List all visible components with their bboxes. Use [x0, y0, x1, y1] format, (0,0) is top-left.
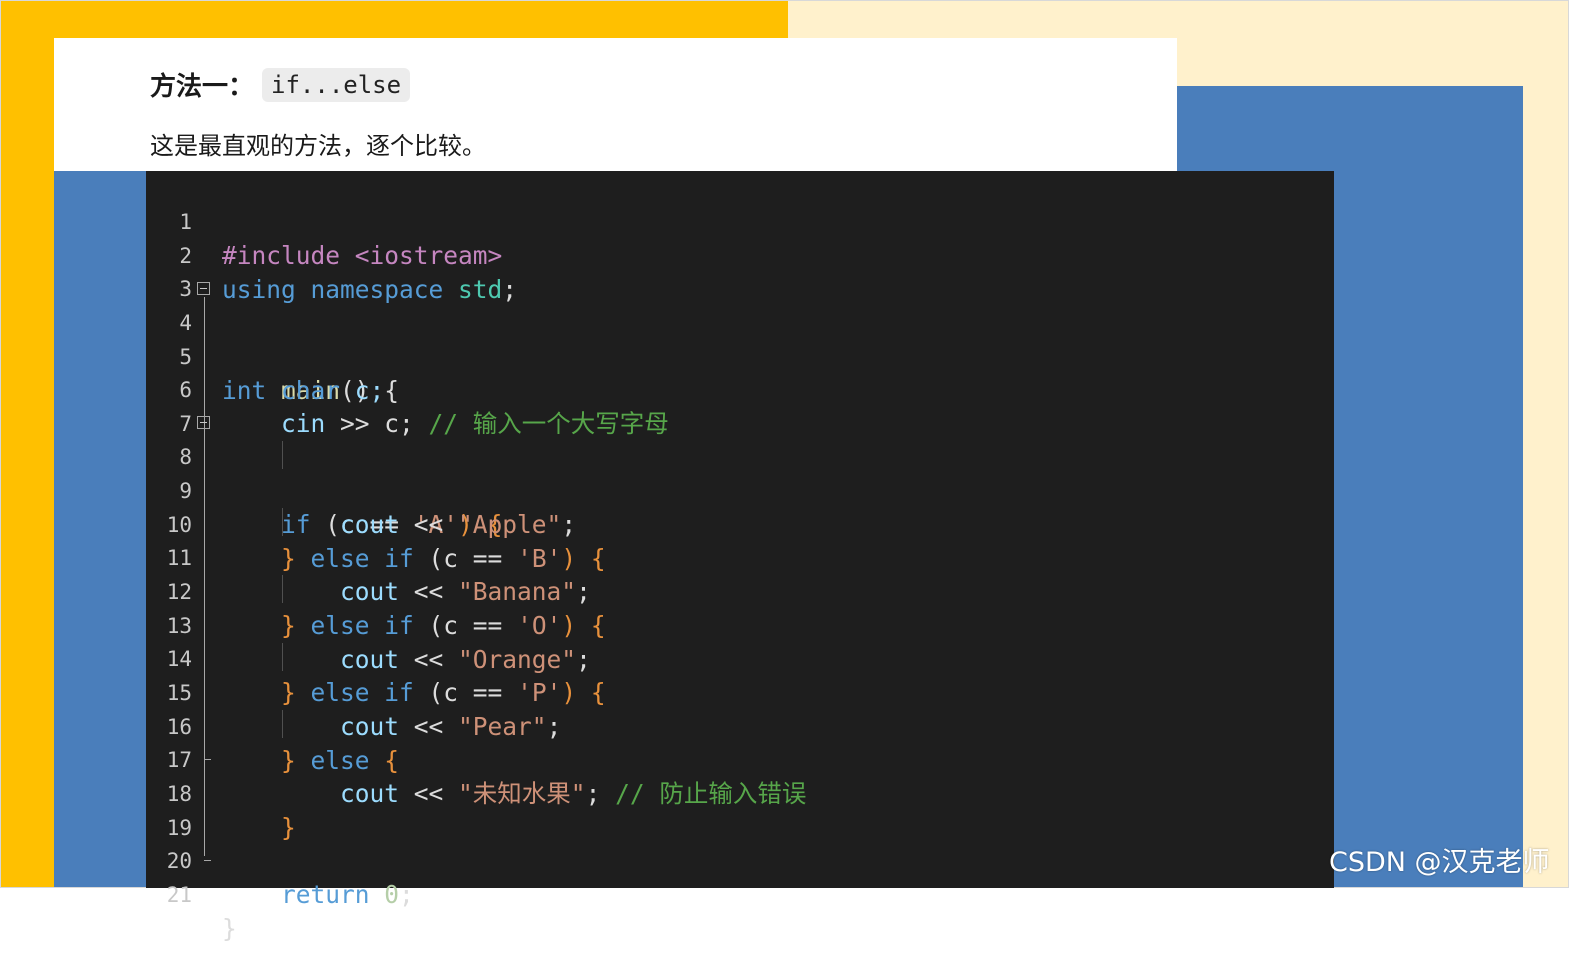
code-line-17: 17 cout << "未知水果"; // 防止输入错误	[146, 709, 1334, 808]
section-heading: 方法一： if...else	[150, 66, 411, 103]
code-token: ;	[399, 880, 414, 909]
description-text: 这是最直观的方法，逐个比较。	[150, 132, 486, 160]
code-line-18: 18 }	[146, 743, 1334, 842]
code-token: 0	[384, 880, 400, 909]
fold-toggle-icon[interactable]	[197, 282, 210, 295]
article-card: 方法一： if...else 这是最直观的方法，逐个比较。	[54, 38, 1177, 171]
code-line-7: 7	[146, 373, 1334, 436]
code-line-6: 6 cin >> c; // 输入一个大写字母	[146, 339, 1334, 438]
heading-inline-code: if...else	[262, 67, 411, 102]
code-line-15: 15 cout << "Pear";	[146, 642, 1334, 741]
heading-title: 方法一：	[150, 72, 255, 102]
code-line-4: 4 int main() {	[146, 272, 1334, 405]
code-line-21: 21 }	[146, 844, 1334, 943]
code-editor: 1 #include <iostream> 2 using namespace …	[146, 171, 1334, 943]
fold-toggle-icon[interactable]	[197, 416, 210, 429]
code-line-13: 13 cout << "Orange";	[146, 575, 1334, 674]
code-line-5: 5 char c;	[146, 306, 1334, 405]
code-token: return	[281, 880, 385, 909]
code-token: }	[222, 914, 237, 943]
code-line-10: 10 } else if (c == 'B') {	[146, 474, 1334, 573]
code-line-14: 14 } else if (c == 'P') {	[146, 608, 1334, 707]
code-line-20: 20 return 0;	[146, 810, 1334, 909]
code-line-12: 12 } else if (c == 'O') {	[146, 541, 1334, 640]
code-line-1: 1 #include <iostream>	[146, 171, 1334, 270]
code-line-9: 9 cout << "Apple";	[146, 440, 1334, 539]
code-line-8: 8 if (c == 'A') {	[146, 406, 1334, 539]
line-number: 21	[166, 883, 192, 907]
code-line-11: 11 cout << "Banana";	[146, 507, 1334, 606]
code-line-3: 3	[146, 238, 1334, 301]
code-line-19: 19	[146, 777, 1334, 840]
code-line-16: 16 } else {	[146, 676, 1334, 775]
code-line-2: 2 using namespace std;	[146, 205, 1334, 304]
watermark-text: CSDN @汉克老师	[1329, 847, 1550, 878]
